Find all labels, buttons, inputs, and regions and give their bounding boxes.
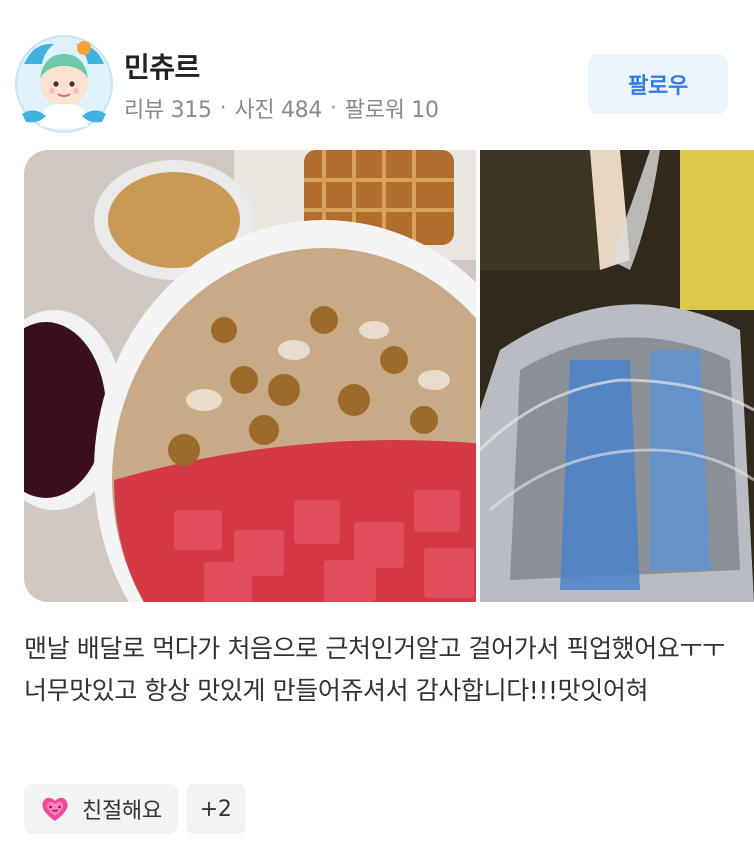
more-tags-button[interactable]: +2 [185, 784, 246, 834]
separator-dot: · [330, 95, 337, 121]
review-count: 리뷰 315 [124, 98, 212, 123]
username[interactable]: 민츄르 [124, 46, 200, 86]
avatar[interactable] [14, 34, 114, 134]
user-stats: 리뷰 315 · 사진 484 · 팔로워 10 [124, 92, 439, 124]
review-text: 맨날 배달로 먹다가 처음으로 근처인거알고 걸어가서 픽업했어요ㅜㅜ너무맛있고… [24, 634, 725, 705]
follower-count: 팔로워 10 [344, 98, 439, 123]
photo-gallery[interactable] [24, 150, 754, 602]
review-photo[interactable] [24, 150, 476, 602]
tag-kind[interactable]: 친절해요 [24, 784, 178, 834]
separator-dot: · [219, 95, 227, 121]
review-tags: 친절해요 +2 [24, 784, 246, 834]
photo-count: 사진 484 [234, 98, 323, 123]
review-photo[interactable] [480, 150, 754, 602]
follow-button[interactable]: 팔로우 [588, 54, 728, 114]
heart-emoji-icon [40, 794, 70, 824]
tag-label: 친절해요 [82, 799, 162, 824]
review-header: 민츄르 리뷰 315 · 사진 484 · 팔로워 10 팔로우 [0, 0, 754, 150]
